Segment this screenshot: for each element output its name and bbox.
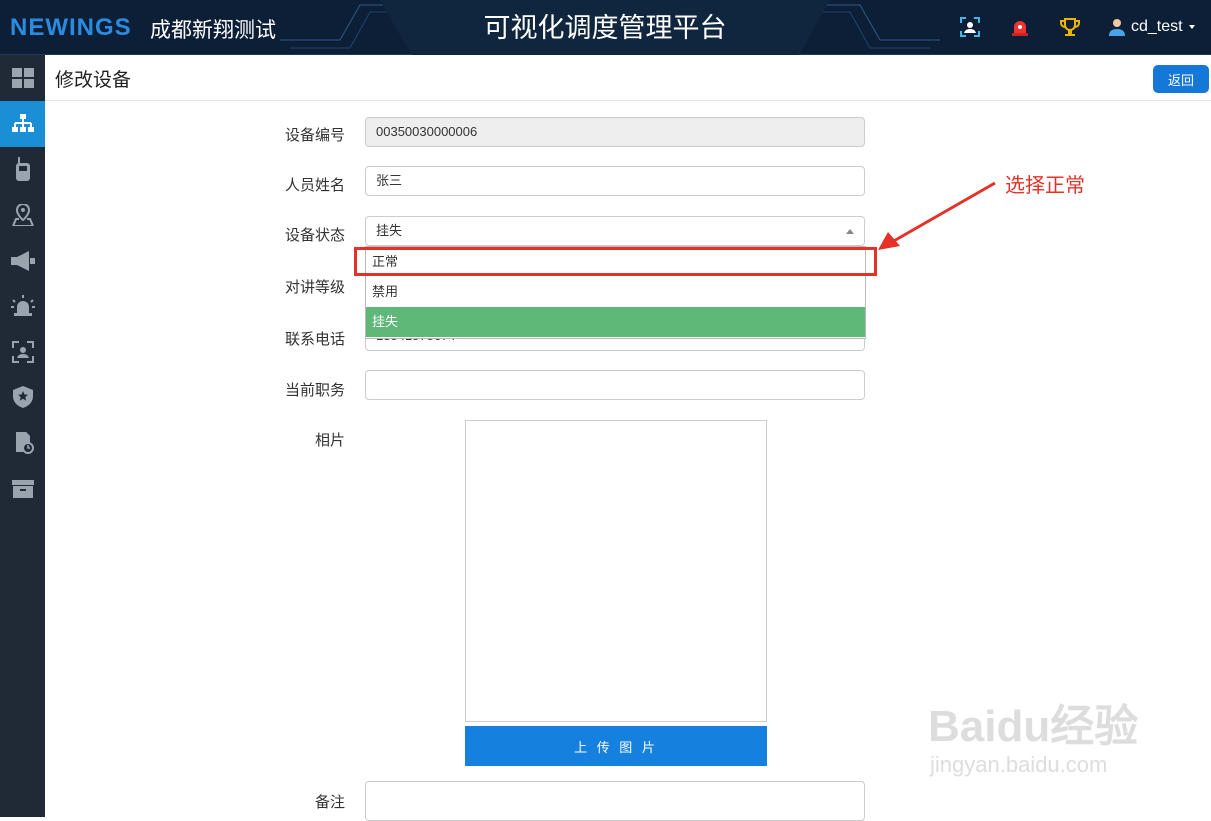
sidebar-item-map[interactable] [0, 192, 45, 238]
header-decoration [280, 4, 400, 49]
watermark-url: jingyan.baidu.com [930, 752, 1108, 777]
sidebar-item-archive[interactable] [0, 466, 45, 512]
photo-preview [465, 420, 767, 722]
person-name-field[interactable]: 张三 [365, 166, 865, 196]
upload-photo-button[interactable]: 上 传 图 片 [465, 726, 767, 766]
file-clock-icon [15, 431, 34, 454]
megaphone-icon [10, 250, 35, 271]
page-header: 修改设备 返回 [45, 55, 1211, 101]
org-tree-icon [11, 113, 34, 132]
sidebar-item-face[interactable] [0, 329, 45, 375]
intercom-level-label: 对讲等级 [284, 279, 345, 296]
sidebar-item-dashboard[interactable] [0, 55, 45, 101]
photo-label: 相片 [314, 432, 345, 449]
status-option-disabled[interactable]: 禁用 [366, 277, 865, 307]
alarm-light-icon [10, 295, 35, 317]
platform-title: 可视化调度管理平台 [483, 13, 727, 43]
select-arrow-icon [846, 229, 854, 234]
status-option-lost[interactable]: 挂失 [366, 307, 865, 337]
annotation-arrow-icon [878, 181, 996, 250]
sidebar-item-organization[interactable] [0, 101, 45, 147]
annotation-text: 选择正常 [1005, 175, 1085, 197]
page-title: 修改设备 [55, 70, 132, 91]
remarks-field[interactable] [365, 781, 865, 821]
position-label: 当前职务 [284, 382, 345, 399]
sidebar-item-broadcast[interactable] [0, 238, 45, 284]
remarks-label: 备注 [314, 794, 345, 811]
device-status-select[interactable]: 挂失 [365, 216, 865, 246]
phone-label: 联系电话 [284, 331, 345, 348]
brand-logo: NEWINGS [10, 14, 132, 41]
sidebar-item-devices[interactable] [0, 147, 45, 193]
archive-box-icon [11, 479, 34, 498]
device-id-field: 00350030000006 [365, 117, 865, 147]
user-menu[interactable]: cd_test [1107, 17, 1197, 37]
device-status-label: 设备状态 [284, 227, 345, 244]
username: cd_test [1131, 18, 1183, 35]
device-id-label: 设备编号 [284, 127, 345, 144]
dashboard-icon [11, 68, 34, 88]
person-name-label: 人员姓名 [284, 177, 345, 194]
watermark-logo: Baidu经验 [928, 702, 1139, 751]
sidebar-item-records[interactable] [0, 420, 45, 466]
sidebar [0, 55, 45, 817]
header-decoration-right [820, 4, 940, 49]
shield-star-icon [12, 386, 33, 409]
company-name: 成都新翔测试 [150, 19, 276, 42]
caret-down-icon [1188, 25, 1195, 29]
trophy-icon[interactable] [1058, 15, 1082, 39]
top-bar: NEWINGS 成都新翔测试 可视化调度管理平台 cd_test [0, 0, 1211, 55]
map-pin-icon [11, 203, 34, 226]
face-scan-icon [11, 340, 34, 363]
device-status-value: 挂失 [376, 223, 403, 238]
user-avatar-icon [1109, 19, 1125, 36]
face-recognition-icon[interactable] [958, 15, 982, 39]
sidebar-item-security[interactable] [0, 375, 45, 421]
walkie-talkie-icon [15, 157, 30, 182]
platform-title-panel: 可视化调度管理平台 [380, 0, 830, 55]
alarm-light-icon[interactable] [1008, 15, 1032, 39]
annotation-highlight-box [354, 247, 877, 276]
position-field[interactable] [365, 370, 865, 400]
back-button[interactable]: 返回 [1153, 65, 1209, 93]
sidebar-item-alarm[interactable] [0, 283, 45, 329]
